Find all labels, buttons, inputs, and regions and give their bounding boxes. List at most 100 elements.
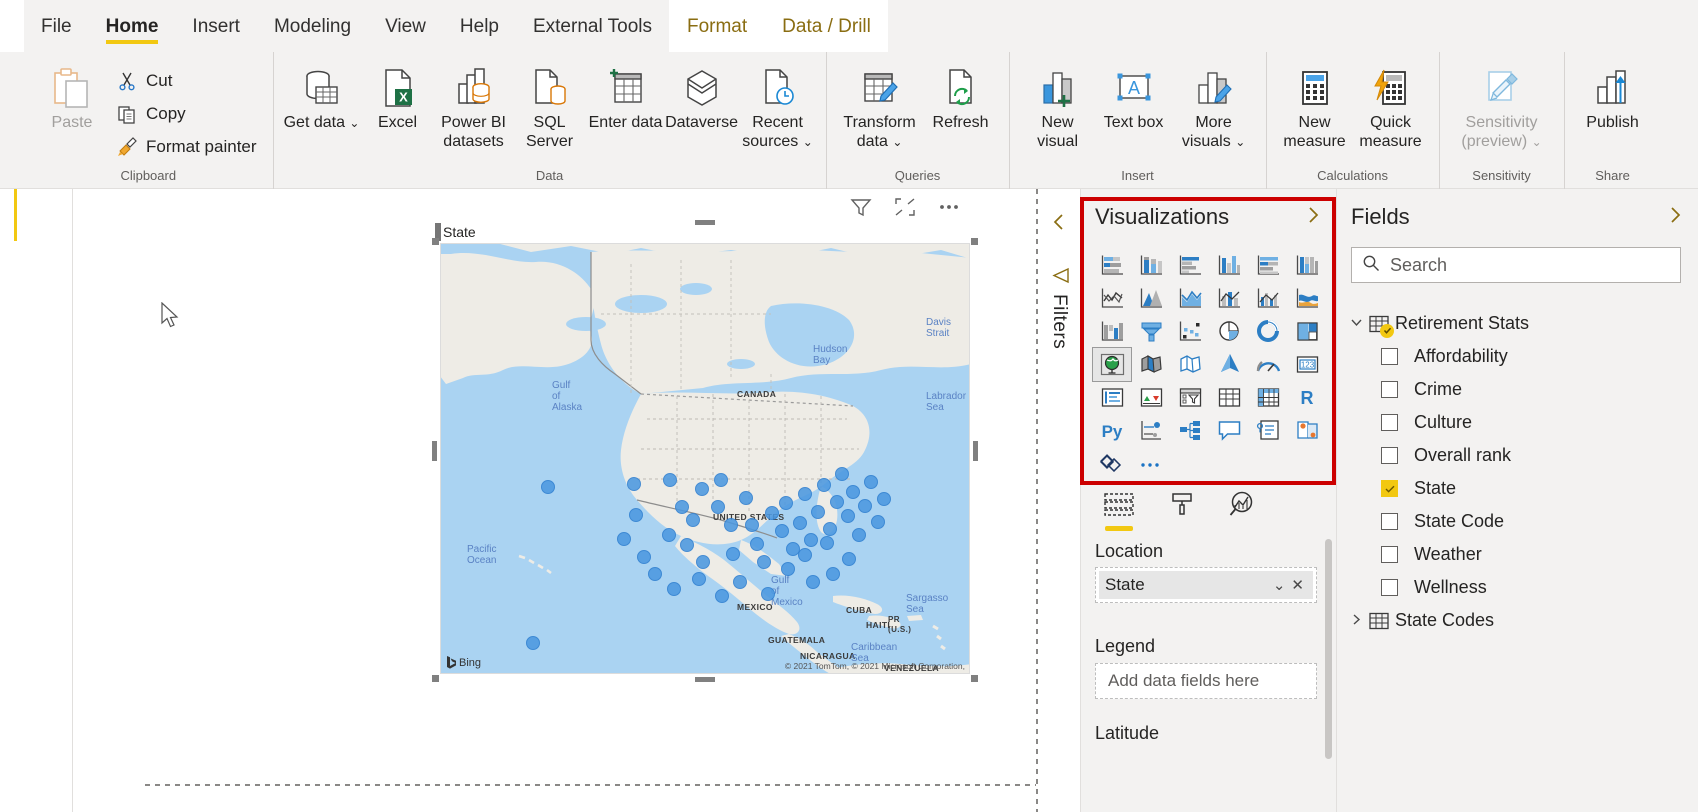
map-bubble[interactable] (724, 518, 738, 532)
line-and-clustered-column-chart-icon[interactable] (1249, 282, 1287, 315)
field-checkbox[interactable] (1381, 546, 1398, 563)
map-bubble[interactable] (765, 506, 779, 520)
map-bubble[interactable] (823, 522, 837, 536)
sensitivity-button[interactable]: SensitivitySensitivity (preview)(preview… (1450, 58, 1554, 152)
map-bubble[interactable] (715, 589, 729, 603)
map-bubble[interactable] (858, 499, 872, 513)
close-x-icon[interactable]: ✕ (1288, 576, 1307, 594)
excel-button[interactable]: X Excel (360, 58, 436, 132)
resize-handle-right[interactable] (973, 441, 978, 461)
format-tab[interactable] (1169, 491, 1195, 528)
map-bubble[interactable] (871, 515, 885, 529)
map-bubble[interactable] (846, 485, 860, 499)
map-bubble[interactable] (733, 575, 747, 589)
map-bubble[interactable] (817, 478, 831, 492)
map-bubble[interactable] (696, 555, 710, 569)
well-location[interactable]: State ⌄ ✕ (1095, 567, 1317, 603)
ribbon-tab-home[interactable]: Home (89, 0, 176, 52)
waterfall-chart-icon[interactable] (1093, 315, 1131, 348)
clustered-column-chart-icon[interactable] (1210, 249, 1248, 282)
map-bubble[interactable] (686, 513, 700, 527)
field-row-culture[interactable]: Culture (1337, 406, 1698, 439)
map-bubble[interactable] (798, 548, 812, 562)
new-measure-button[interactable]: New measure (1277, 58, 1353, 151)
map-bubble[interactable] (726, 547, 740, 561)
field-checkbox[interactable] (1381, 381, 1398, 398)
card-icon[interactable]: 123 (1288, 348, 1326, 381)
sql-server-button[interactable]: SQL Server (512, 58, 588, 151)
field-checkbox[interactable] (1381, 513, 1398, 530)
ribbon-tab-file[interactable]: File (24, 0, 89, 52)
matrix-icon[interactable] (1249, 381, 1287, 414)
map-bubble[interactable] (667, 582, 681, 596)
ribbon-tab-insert[interactable]: Insert (175, 0, 257, 52)
chevron-right-icon[interactable] (1349, 613, 1363, 629)
table-icon[interactable] (1210, 381, 1248, 414)
ribbon-chart-icon[interactable] (1288, 282, 1326, 315)
paste-button[interactable]: Paste (34, 58, 110, 132)
map-visual[interactable]: State CANADA UNITED STATES MEXICO GUATEM… (432, 220, 978, 682)
filters-pane-collapsed[interactable]: Filters (1038, 189, 1080, 812)
map-bubble[interactable] (842, 552, 856, 566)
field-checkbox[interactable] (1381, 480, 1398, 497)
map-bubble[interactable] (761, 587, 775, 601)
resize-handle-bottomleft[interactable] (432, 675, 439, 682)
map-bubble[interactable] (711, 500, 725, 514)
map-bubble[interactable] (826, 567, 840, 581)
copy-button[interactable]: Copy (110, 97, 263, 130)
map-bubble[interactable] (820, 536, 834, 550)
stacked-column-chart-icon[interactable] (1132, 249, 1170, 282)
cut-button[interactable]: Cut (110, 64, 263, 97)
100-stacked-column-chart-icon[interactable] (1288, 249, 1326, 282)
map-bubble[interactable] (692, 572, 706, 586)
get-data-button[interactable]: Get data ⌄ (284, 58, 360, 133)
field-row-state-code[interactable]: State Code (1337, 505, 1698, 538)
resize-handle-bottomright[interactable] (971, 675, 978, 682)
map-bubble[interactable] (811, 505, 825, 519)
transform-data-button[interactable]: Transform data ⌄ (837, 58, 923, 152)
resize-handle-topleft[interactable] (432, 238, 439, 245)
viz-pane-scrollbar[interactable] (1325, 539, 1332, 759)
field-row-state[interactable]: State (1337, 472, 1698, 505)
map-bubble[interactable] (864, 475, 878, 489)
arcgis-map-icon[interactable] (1210, 348, 1248, 381)
resize-handle-bottom[interactable] (695, 677, 715, 682)
search-box[interactable] (1351, 247, 1681, 283)
recent-sources-button[interactable]: Recent sources ⌄ (740, 58, 816, 152)
filled-map-icon[interactable] (1132, 348, 1170, 381)
field-row-weather[interactable]: Weather (1337, 538, 1698, 571)
new-visual-button[interactable]: New visual (1020, 58, 1096, 151)
gauge-icon[interactable] (1249, 348, 1287, 381)
fields-tree[interactable]: Retirement Stats Affordability Crime Cultur… (1337, 299, 1698, 812)
map-bubble[interactable] (830, 495, 844, 509)
map-bubble[interactable] (806, 575, 820, 589)
text-box-button[interactable]: A Text box (1096, 58, 1172, 132)
refresh-button[interactable]: Refresh (923, 58, 999, 132)
map-bubble[interactable] (675, 500, 689, 514)
field-row-wellness[interactable]: Wellness (1337, 571, 1698, 604)
line-and-stacked-column-chart-icon[interactable] (1210, 282, 1248, 315)
kpi-icon[interactable] (1132, 381, 1170, 414)
filter-icon[interactable] (850, 197, 872, 222)
map-bubble[interactable] (775, 524, 789, 538)
stacked-bar-chart-icon[interactable] (1093, 249, 1131, 282)
more-options-icon[interactable] (938, 197, 960, 222)
map-bubble[interactable] (852, 528, 866, 542)
treemap-icon[interactable] (1288, 315, 1326, 348)
more-ellipsis-icon[interactable] (1131, 447, 1169, 480)
map-bubble[interactable] (648, 567, 662, 581)
chevron-right-icon[interactable] (1304, 206, 1322, 229)
map-bubble[interactable] (757, 555, 771, 569)
field-checkbox[interactable] (1381, 579, 1398, 596)
multi-row-card-icon[interactable] (1093, 381, 1131, 414)
map-bubble[interactable] (804, 533, 818, 547)
map-bubble[interactable] (637, 550, 651, 564)
qna-icon[interactable] (1210, 414, 1248, 447)
ribbon-tab-help[interactable]: Help (443, 0, 516, 52)
map-bubble[interactable] (835, 467, 849, 481)
chevron-down-icon[interactable]: ⌄ (1270, 576, 1289, 594)
fields-table-state-codes[interactable]: State Codes (1337, 604, 1698, 637)
resize-handle-top[interactable] (695, 220, 715, 225)
python-visual-icon[interactable]: Py (1093, 414, 1131, 447)
map-bubble[interactable] (680, 538, 694, 552)
